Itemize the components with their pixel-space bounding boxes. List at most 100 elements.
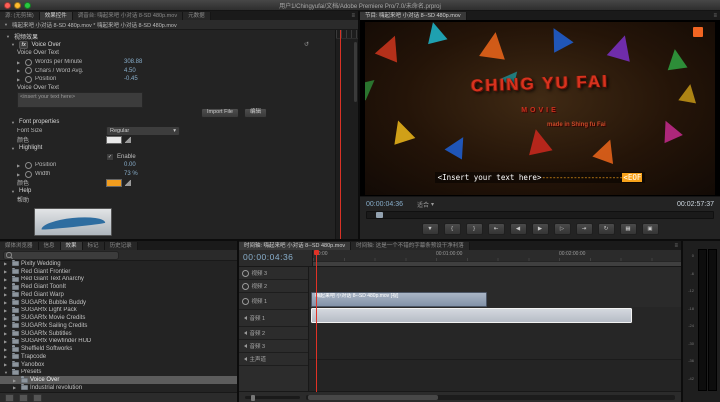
tab-audio-mixer[interactable]: 调音台: 嗨起来吧 小对话 8-SD 480p.mov [73, 12, 183, 20]
effects-list-item[interactable]: ▶SUGARfx Sailing Credits [0, 322, 237, 330]
video-effects-section[interactable]: ▼ 视频效果 [0, 32, 335, 41]
new-preset-icon[interactable] [19, 394, 28, 402]
disclosure-icon[interactable]: ▶ [4, 261, 9, 266]
tab-metadata[interactable]: 元数据 [183, 12, 211, 20]
disclosure-icon[interactable]: ▼ [11, 120, 16, 125]
disclosure-icon[interactable]: ▶ [4, 308, 9, 313]
panel-menu-icon[interactable]: ≡ [671, 242, 681, 250]
go-to-out-button[interactable]: ⇥ [576, 223, 593, 235]
disclosure-icon[interactable]: ▶ [4, 339, 9, 344]
add-marker-button[interactable]: ▼ [422, 223, 439, 235]
param-chars-word-avg[interactable]: ▶ Chars / Word Avg. 4.50 [0, 66, 335, 75]
track-header-a3[interactable]: 音频 3 [239, 340, 308, 353]
track-header-v3[interactable]: 视频 3 [239, 267, 308, 280]
track-audio-icon[interactable] [242, 344, 247, 348]
video-clip[interactable]: 嗨起来吧 小对话 8--SD 480p.mov [视] [311, 292, 487, 307]
disclosure-icon[interactable]: ▼ [11, 189, 16, 194]
new-custom-bin-icon[interactable] [5, 394, 14, 402]
eyedropper-icon[interactable] [125, 180, 131, 186]
effects-list-item[interactable]: ▶Red Giant Warp [0, 291, 237, 299]
disclosure-icon[interactable]: ▼ [11, 146, 16, 151]
effects-list-item[interactable]: ▶Industrial revolution [0, 384, 237, 392]
panel-menu-icon[interactable]: ≡ [348, 12, 358, 20]
font-size-dropdown[interactable]: Regular ▾ [106, 127, 180, 136]
effects-list-item[interactable]: ▶Yanobox [0, 361, 237, 369]
step-back-button[interactable]: ◀ [510, 223, 527, 235]
track-visibility-icon[interactable] [242, 298, 249, 305]
disclosure-icon[interactable]: ▶ [4, 323, 9, 328]
track-header-a2[interactable]: 音频 2 [239, 327, 308, 340]
effects-list-item[interactable]: ▶Pixity Wedding [0, 260, 237, 268]
close-window-button[interactable] [4, 2, 11, 9]
zoom-window-button[interactable] [24, 2, 31, 9]
stopwatch-icon[interactable] [25, 76, 32, 83]
tab-media-browser[interactable]: 媒体浏览器 [0, 242, 39, 250]
mark-in-button[interactable]: { [444, 223, 461, 235]
param-words-per-minute[interactable]: ▶ Words per Minute 308.88 [0, 58, 335, 67]
disclosure-icon[interactable]: ▶ [4, 292, 9, 297]
export-frame-button[interactable]: ▣ [642, 223, 659, 235]
highlight-position-row[interactable]: ▶ Position 0.00 [0, 161, 335, 170]
voice-over-text-input[interactable]: <insert your text here> [17, 92, 143, 108]
chevron-down-icon[interactable]: ▼ [4, 22, 9, 27]
disclosure-icon[interactable]: ▶ [17, 163, 22, 168]
effects-list-item[interactable]: ▶Sheffield Softworks [0, 345, 237, 353]
effect-controls-mini-timeline[interactable] [335, 30, 358, 239]
disclosure-icon[interactable]: ▶ [4, 269, 9, 274]
disclosure-icon[interactable]: ▶ [13, 378, 18, 383]
effects-list-item[interactable]: ▶SUGARfx Light Pack [0, 307, 237, 315]
program-scrub-bar[interactable] [366, 211, 714, 219]
timeline-current-time[interactable]: 00:00:04:36 [243, 252, 312, 262]
tab-source[interactable]: 源: (无剪辑) [0, 12, 40, 20]
stopwatch-icon[interactable] [25, 162, 32, 169]
disclosure-icon[interactable]: ▶ [17, 68, 22, 73]
help-item-row[interactable]: 帮助 [0, 196, 335, 205]
disclosure-icon[interactable]: ▼ [4, 370, 9, 375]
disclosure-icon[interactable]: ▼ [6, 34, 11, 39]
disclosure-icon[interactable]: ▶ [13, 385, 18, 390]
effects-list-item[interactable]: ▶SUGARfx Bubble Buddy [0, 299, 237, 307]
track-audio-icon[interactable] [242, 316, 247, 320]
mini-timeline-playhead[interactable] [340, 30, 341, 239]
track-header-a1[interactable]: 音频 1 [239, 310, 308, 327]
disclosure-icon[interactable]: ▶ [4, 347, 9, 352]
param-value[interactable]: 0.00 [124, 162, 136, 168]
effects-list-item-selected[interactable]: ▶Voice Over [0, 376, 237, 384]
edit-button[interactable]: 编辑 [244, 108, 267, 118]
tab-effect-controls[interactable]: 效果控件 [40, 12, 73, 20]
track-visibility-icon[interactable] [242, 270, 249, 277]
delete-icon[interactable] [33, 394, 42, 402]
step-forward-button[interactable]: ▷ [554, 223, 571, 235]
mark-out-button[interactable]: } [466, 223, 483, 235]
disclosure-icon[interactable]: ▶ [4, 300, 9, 305]
effects-list-item[interactable]: ▶Red Giant Frontier [0, 268, 237, 276]
effects-list-item[interactable]: ▶SUGARfx Subtitles [0, 330, 237, 338]
stopwatch-icon[interactable] [25, 59, 32, 66]
disclosure-icon[interactable]: ▶ [17, 172, 22, 177]
tab-program[interactable]: 节目: 嗨起来吧 小对话 8--SD 480p.mov [360, 12, 467, 20]
disclosure-icon[interactable]: ▶ [4, 354, 9, 359]
tab-info[interactable]: 信息 [39, 242, 61, 250]
enable-checkbox[interactable]: ✓ [106, 153, 114, 161]
timeline-zoom-slider[interactable] [245, 396, 300, 399]
track-visibility-icon[interactable] [242, 283, 249, 290]
param-value[interactable]: 308.88 [124, 59, 142, 65]
track-audio-icon[interactable] [242, 331, 247, 335]
disclosure-icon[interactable]: ▼ [11, 42, 16, 47]
effect-voice-over-row[interactable]: ▼ fx Voice Over ↺ [0, 41, 335, 50]
stopwatch-icon[interactable] [25, 171, 32, 178]
timeline-tracks-area[interactable]: 嗨起来吧 小对话 8--SD 480p.mov [视] [309, 267, 681, 393]
go-to-in-button[interactable]: ⇤ [488, 223, 505, 235]
disclosure-icon[interactable]: ▶ [4, 285, 9, 290]
timeline-playhead[interactable] [316, 250, 317, 392]
panel-menu-icon[interactable]: ≡ [710, 12, 720, 20]
track-header-v1[interactable]: 视频 1 [239, 293, 308, 310]
disclosure-icon[interactable]: ▶ [4, 362, 9, 367]
audio-clip-selected[interactable] [311, 308, 632, 323]
param-value[interactable]: 73 % [124, 171, 138, 177]
highlight-width-row[interactable]: ▶ Width 73 % [0, 170, 335, 179]
stopwatch-icon[interactable] [25, 67, 32, 74]
loop-button[interactable]: ↻ [598, 223, 615, 235]
param-value[interactable]: -0.45 [124, 76, 138, 82]
highlight-group[interactable]: ▼ Highlight [0, 144, 335, 153]
